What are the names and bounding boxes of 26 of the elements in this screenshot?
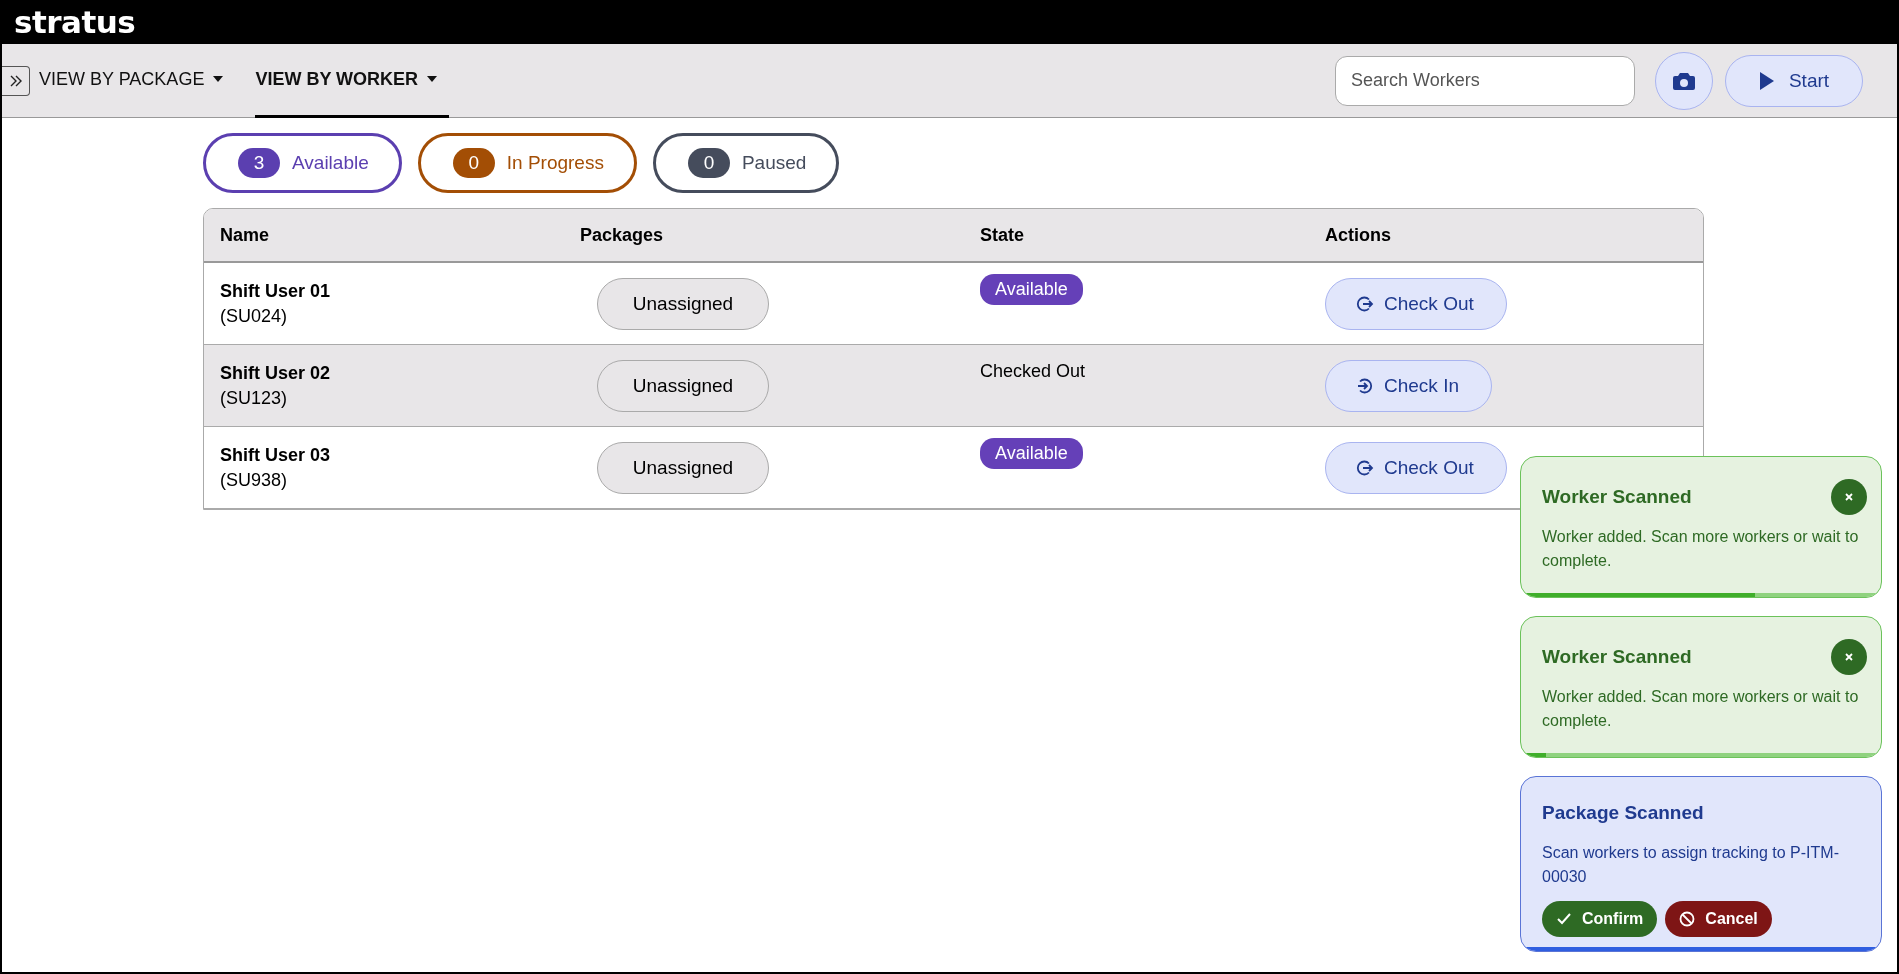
count-badge: 3 — [238, 148, 280, 178]
count-badge: 0 — [452, 148, 495, 178]
worker-name: Shift User 01 — [220, 280, 332, 302]
worker-name: Shift User 03 — [220, 444, 332, 466]
toast-title: Worker Scanned — [1542, 486, 1692, 508]
state-text: Checked Out — [980, 360, 1086, 383]
filter-label: Paused — [741, 152, 807, 174]
state-badge: Available — [980, 438, 1083, 469]
column-header: Actions — [1325, 224, 1391, 245]
worker-code: (SU938) — [220, 469, 289, 491]
toast-title: Package Scanned — [1542, 802, 1704, 824]
toast-title: Worker Scanned — [1542, 646, 1692, 668]
filter-label: Available — [292, 152, 369, 174]
toast-message: Scan workers to assign tracking to P-ITM-00030 — [1542, 843, 1840, 887]
worker-name: Shift User 02 — [220, 362, 332, 384]
count-badge: 0 — [687, 148, 730, 178]
filter-label: In Progress — [506, 152, 604, 174]
worker-code: (SU024) — [220, 305, 289, 327]
column-header: Name — [220, 224, 270, 245]
column-header: State — [980, 224, 1024, 245]
worker-code: (SU123) — [220, 387, 289, 409]
toast-message: Worker added. Scan more workers or wait to complete. — [1542, 527, 1860, 571]
brand-logo: stratus — [14, 6, 136, 38]
column-header: Packages — [580, 224, 664, 245]
toast-message: Worker added. Scan more workers or wait to complete. — [1542, 687, 1860, 731]
state-badge: Available — [980, 274, 1083, 305]
